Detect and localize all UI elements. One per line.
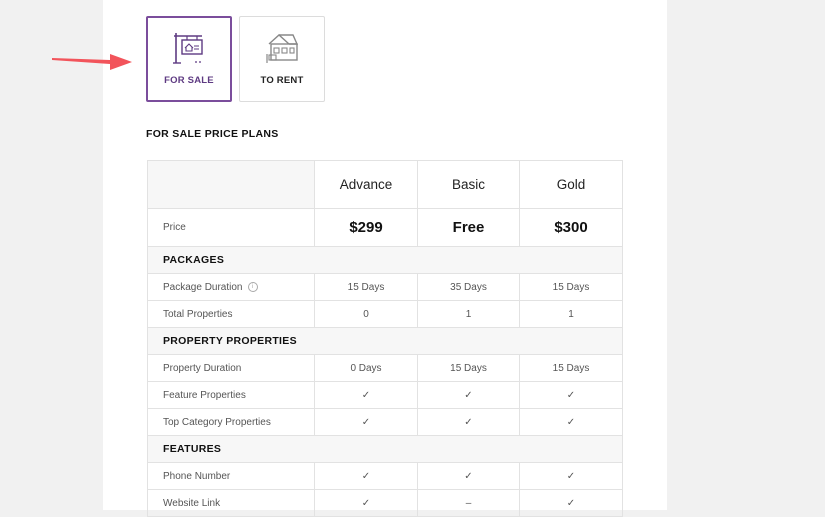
group-header-features: FEATURES (147, 435, 623, 463)
info-icon[interactable]: i (247, 281, 258, 292)
tab-for-sale-label: FOR SALE (164, 75, 214, 86)
group-header-packages: PACKAGES (147, 246, 623, 274)
check-icon: ✓ (314, 408, 418, 436)
row-label-feature-properties: Feature Properties (147, 381, 315, 409)
price-advance: $299 (314, 208, 418, 247)
tab-to-rent-label: TO RENT (260, 75, 304, 86)
check-icon: ✓ (519, 489, 623, 517)
check-icon: ✓ (314, 462, 418, 490)
row-label-top-category-properties: Top Category Properties (147, 408, 315, 436)
table-row: Total Properties 0 1 1 (147, 300, 623, 328)
price-gold: $300 (519, 208, 623, 247)
row-label-phone-number: Phone Number (147, 462, 315, 490)
cell-value: 0 Days (314, 354, 418, 382)
check-icon: ✓ (519, 462, 623, 490)
check-icon: ✓ (417, 408, 520, 436)
row-label-property-duration: Property Duration (147, 354, 315, 382)
cell-value: 1 (417, 300, 520, 328)
plan-name-basic: Basic (417, 160, 520, 209)
tab-to-rent[interactable]: TO RENT (239, 16, 325, 102)
for-sale-sign-icon (173, 33, 203, 64)
cell-value: 35 Days (417, 273, 520, 301)
header-blank-cell (147, 160, 315, 209)
check-icon: ✓ (519, 408, 623, 436)
table-row: Top Category Properties ✓ ✓ ✓ (147, 408, 623, 436)
table-row: Property Duration 0 Days 15 Days 15 Days (147, 354, 623, 382)
check-icon: ✓ (314, 489, 418, 517)
table-row: Feature Properties ✓ ✓ ✓ (147, 381, 623, 409)
cell-value: 15 Days (519, 273, 623, 301)
cell-value: 0 (314, 300, 418, 328)
plan-header-row: Advance Basic Gold (147, 160, 623, 209)
price-plans-table: Advance Basic Gold Price $299 Free $300 … (147, 160, 623, 517)
row-label-package-duration: Package Duration i (147, 273, 315, 301)
price-row: Price $299 Free $300 (147, 208, 623, 247)
cell-value: 15 Days (519, 354, 623, 382)
plan-name-advance: Advance (314, 160, 418, 209)
check-icon: ✓ (417, 462, 520, 490)
check-icon: ✓ (314, 381, 418, 409)
table-row: Website Link ✓ – ✓ (147, 489, 623, 517)
price-basic: Free (417, 208, 520, 247)
table-row: Phone Number ✓ ✓ ✓ (147, 462, 623, 490)
pointer-arrow-icon (52, 54, 132, 70)
check-icon: ✓ (417, 381, 520, 409)
cell-value: 15 Days (417, 354, 520, 382)
dash-icon: – (417, 489, 520, 517)
check-icon: ✓ (519, 381, 623, 409)
row-label-total-properties: Total Properties (147, 300, 315, 328)
cell-value: 15 Days (314, 273, 418, 301)
group-header-property-properties: PROPERTY PROPERTIES (147, 327, 623, 355)
cell-value: 1 (519, 300, 623, 328)
plan-name-gold: Gold (519, 160, 623, 209)
house-icon (266, 34, 299, 63)
tab-for-sale[interactable]: FOR SALE (146, 16, 232, 102)
row-label-website-link: Website Link (147, 489, 315, 517)
section-title: FOR SALE PRICE PLANS (146, 128, 279, 140)
price-label: Price (147, 208, 315, 247)
table-row: Package Duration i 15 Days 35 Days 15 Day… (147, 273, 623, 301)
